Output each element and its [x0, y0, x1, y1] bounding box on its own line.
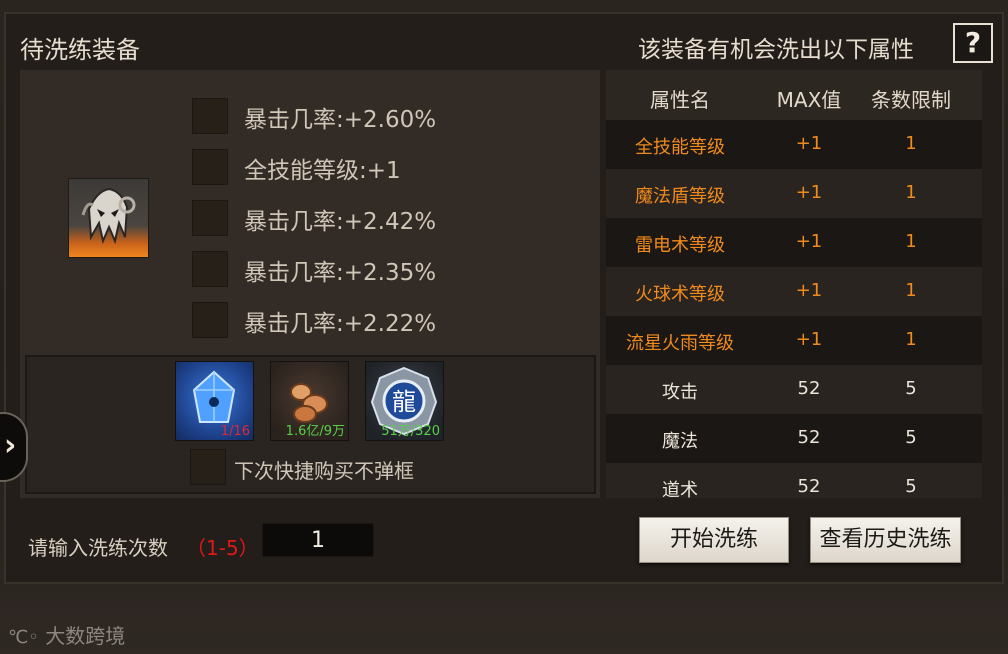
equipment-helmet-icon[interactable]	[68, 178, 149, 258]
attribute-lock-checkbox[interactable]	[192, 98, 228, 134]
refine-count-input[interactable]	[262, 523, 374, 557]
row-attribute-name: 雷电术等级	[635, 235, 725, 256]
attribute-table[interactable]: 属性名 MAX值 条数限制 全技能等级 +1 1 魔法盾等级 +1 1 雷电术等…	[606, 70, 982, 498]
attribute-text: 暴击几率:+2.60%	[244, 107, 437, 133]
row-limit: 1	[905, 329, 917, 350]
row-limit: 5	[905, 476, 917, 497]
row-max-value: +1	[795, 329, 823, 350]
attribute-lock-checkbox[interactable]	[192, 149, 228, 185]
attribute-text: 暴击几率:+2.42%	[244, 209, 437, 235]
row-max-value: 52	[797, 427, 821, 448]
row-max-value: 52	[797, 378, 821, 399]
refine-count-range: （1-5）	[186, 536, 259, 560]
helmet-icon	[81, 187, 136, 245]
chevron-right-icon: ›	[4, 428, 17, 463]
row-attribute-name: 攻击	[662, 382, 698, 403]
row-attribute-name: 流星火雨等级	[626, 333, 734, 354]
watermark: ℃◦ 大数跨境	[8, 620, 125, 649]
material-count: 1.6亿/9万	[285, 424, 345, 439]
row-attribute-name: 火球术等级	[635, 284, 725, 305]
attribute-lock-checkbox[interactable]	[192, 200, 228, 236]
row-limit: 5	[905, 427, 917, 448]
table-row: 魔法盾等级 +1 1	[606, 169, 982, 218]
table-row: 魔法 52 5	[606, 414, 982, 463]
row-limit: 1	[905, 280, 917, 301]
svg-text:龍: 龍	[392, 388, 416, 416]
material-count: 51万/320	[381, 424, 440, 439]
table-row: 攻击 52 5	[606, 365, 982, 414]
help-button[interactable]: ?	[953, 23, 993, 63]
material-slot-crystal[interactable]: 1/16	[175, 361, 254, 441]
row-attribute-name: 魔法盾等级	[635, 186, 725, 207]
watermark-logo-icon: ℃◦	[8, 627, 39, 648]
table-row: 火球术等级 +1 1	[606, 267, 982, 316]
row-attribute-name: 全技能等级	[635, 137, 725, 158]
view-history-button[interactable]: 查看历史洗练	[810, 517, 961, 563]
quick-buy-checkbox[interactable]	[190, 449, 226, 485]
attribute-lock-checkbox[interactable]	[192, 302, 228, 338]
watermark-text: 大数跨境	[45, 624, 126, 648]
attribute-text: 全技能等级:+1	[244, 158, 401, 184]
attribute-text: 暴击几率:+2.22%	[244, 311, 437, 337]
attribute-lock-checkbox[interactable]	[192, 251, 228, 287]
row-limit: 1	[905, 182, 917, 203]
pending-equipment-title: 待洗练装备	[20, 36, 140, 64]
table-row: 全技能等级 +1 1	[606, 120, 982, 169]
row-max-value: +1	[795, 133, 823, 154]
quick-buy-label: 下次快捷购买不弹框	[234, 459, 414, 483]
row-attribute-name: 道术	[662, 480, 698, 498]
row-max-value: +1	[795, 231, 823, 252]
table-header: 属性名 MAX值 条数限制	[606, 70, 982, 120]
possible-attributes-title: 该装备有机会洗出以下属性	[638, 37, 914, 63]
row-limit: 1	[905, 231, 917, 252]
material-slot-coins[interactable]: 1.6亿/9万	[270, 361, 349, 441]
material-slot-medal[interactable]: 龍 51万/320	[365, 361, 444, 441]
row-limit: 1	[905, 133, 917, 154]
row-max-value: 52	[797, 476, 821, 497]
row-max-value: +1	[795, 280, 823, 301]
row-limit: 5	[905, 378, 917, 399]
refine-count-label: 请输入洗练次数	[28, 536, 168, 560]
row-attribute-name: 魔法	[662, 431, 698, 452]
column-header-limit: 条数限制	[871, 88, 951, 112]
table-row: 流星火雨等级 +1 1	[606, 316, 982, 365]
start-refine-button[interactable]: 开始洗练	[639, 517, 789, 563]
column-header-name: 属性名	[650, 88, 710, 112]
material-count: 1/16	[220, 424, 250, 439]
table-row: 雷电术等级 +1 1	[606, 218, 982, 267]
table-row: 道术 52 5	[606, 463, 982, 498]
column-header-max: MAX值	[776, 88, 842, 112]
row-max-value: +1	[795, 182, 823, 203]
attribute-text: 暴击几率:+2.35%	[244, 260, 437, 286]
